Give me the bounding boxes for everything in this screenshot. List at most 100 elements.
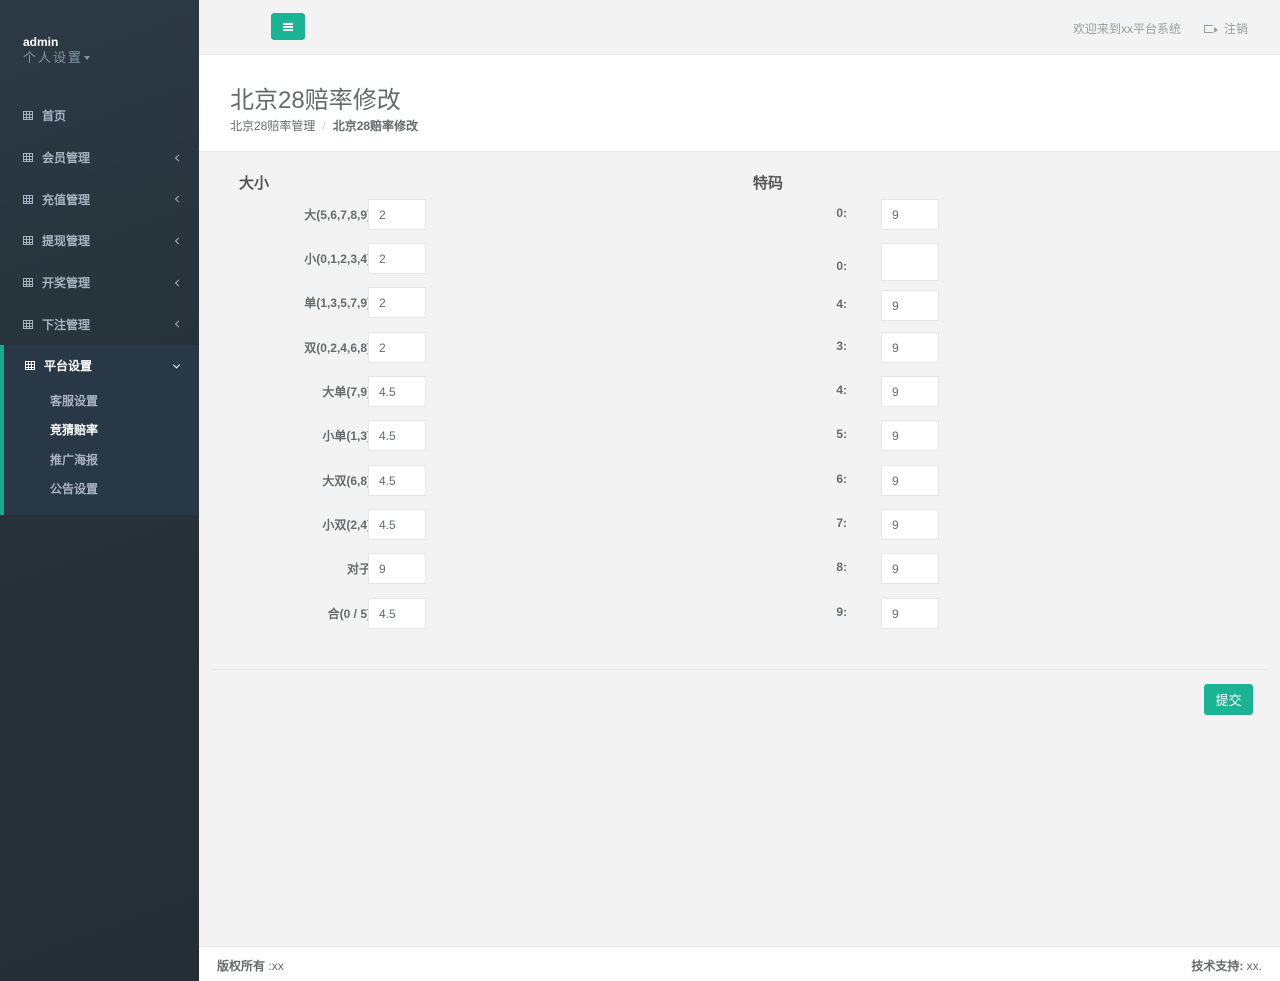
special-row: 4:: [753, 290, 943, 322]
size-odds-input[interactable]: [368, 420, 426, 451]
chevron-left-icon: [174, 279, 183, 287]
special-odds-input[interactable]: [881, 199, 939, 230]
size-label: 小单(1,3):: [322, 429, 375, 443]
special-label: 8:: [836, 560, 847, 574]
size-odds-input[interactable]: [368, 243, 426, 274]
size-label: 合(0 / 5):: [327, 607, 375, 621]
submit-button[interactable]: 提交: [1204, 684, 1253, 715]
size-row: 双(0,2,4,6,8):: [239, 332, 469, 364]
copyright-label: 版权所有: [217, 959, 266, 973]
page-title: 北京28赔率修改: [230, 87, 401, 114]
sidebar-item-members[interactable]: 会员管理: [0, 137, 199, 179]
special-label: 7:: [836, 516, 847, 530]
sidebar-subitem-poster[interactable]: 推广海报: [4, 446, 199, 476]
breadcrumb-parent[interactable]: 北京28赔率管理: [230, 119, 315, 133]
sidebar-item-bets[interactable]: 下注管理: [0, 303, 199, 345]
size-row: 单(1,3,5,7,9):: [239, 287, 469, 319]
size-row: 对子:: [239, 553, 469, 585]
sidebar-subitem-notice[interactable]: 公告设置: [4, 475, 199, 505]
menu-toggle-button[interactable]: [271, 13, 305, 40]
sidebar-item-label: 首页: [42, 109, 67, 124]
page-heading: 北京28赔率修改 北京28赔率管理 / 北京28赔率修改: [199, 55, 1280, 152]
chevron-left-icon: [174, 237, 183, 245]
special-row: 8:: [753, 553, 943, 585]
grid-icon: [23, 153, 33, 163]
sidebar-group-platform: 平台设置 客服设置 竞猜赔率 推广海报 公告设置: [0, 345, 199, 515]
special-label: 0:: [836, 259, 847, 273]
breadcrumb: 北京28赔率管理 / 北京28赔率修改: [230, 117, 418, 134]
special-odds-input[interactable]: [881, 290, 939, 321]
special-row: 7:: [753, 509, 943, 541]
sidebar-item-platform-settings[interactable]: 平台设置: [4, 345, 199, 387]
special-odds-input[interactable]: [881, 243, 939, 281]
special-odds-input[interactable]: [881, 332, 939, 363]
top-navbar: 欢迎来到xx平台系统 注销: [199, 0, 1280, 55]
size-odds-input[interactable]: [368, 199, 426, 230]
size-odds-input[interactable]: [368, 553, 426, 584]
footer: 版权所有 :xx 技术支持: xx.: [199, 946, 1280, 981]
size-odds-input[interactable]: [368, 598, 426, 629]
size-row: 小(0,1,2,3,4):: [239, 243, 469, 275]
size-label: 大双(6,8):: [322, 474, 375, 488]
profile-settings-label: 个人设置: [23, 50, 84, 65]
special-label: 4:: [836, 383, 847, 397]
sidebar-item-withdraw[interactable]: 提现管理: [0, 220, 199, 262]
profile-settings-dropdown[interactable]: 个人设置: [23, 50, 91, 66]
size-odds-input[interactable]: [368, 332, 426, 363]
sidebar-item-label: 下注管理: [42, 317, 91, 332]
special-odds-input[interactable]: [881, 553, 939, 584]
special-label: 0:: [836, 206, 847, 220]
welcome-text: 欢迎来到xx平台系统: [1072, 22, 1181, 36]
breadcrumb-separator: /: [322, 119, 326, 133]
special-row: 5:: [753, 420, 943, 452]
size-label: 单(1,3,5,7,9):: [304, 296, 375, 310]
special-odds-input[interactable]: [881, 376, 939, 407]
size-row: 小双(2,4):: [239, 509, 469, 541]
size-label: 对子:: [347, 562, 375, 576]
special-label: 6:: [836, 472, 847, 486]
special-odds-input[interactable]: [881, 509, 939, 540]
sidebar-item-home[interactable]: 首页: [0, 95, 199, 137]
special-label: 9:: [836, 605, 847, 619]
grid-icon: [23, 111, 33, 121]
special-label: 4:: [836, 297, 847, 311]
sidebar-subitem-customer-service[interactable]: 客服设置: [4, 387, 199, 417]
sidebar-item-recharge[interactable]: 充值管理: [0, 178, 199, 220]
section-title-special: 特码: [753, 175, 784, 192]
logout-link[interactable]: 注销: [1203, 20, 1248, 37]
size-odds-input[interactable]: [368, 509, 426, 540]
special-odds-input[interactable]: [881, 465, 939, 496]
sidebar-item-label: 开奖管理: [42, 276, 91, 291]
special-odds-input[interactable]: [881, 598, 939, 629]
size-odds-input[interactable]: [368, 465, 426, 496]
caret-down-icon: [84, 56, 91, 60]
chevron-left-icon: [174, 153, 183, 162]
hamburger-icon: [283, 22, 293, 31]
grid-icon: [23, 236, 33, 246]
special-label: 5:: [836, 427, 847, 441]
grid-icon: [23, 278, 33, 288]
sidebar-item-label: 平台设置: [44, 359, 93, 374]
sidebar-item-draw[interactable]: 开奖管理: [0, 262, 199, 304]
special-row: 9:: [753, 598, 943, 630]
size-odds-input[interactable]: [368, 287, 426, 318]
size-label: 双(0,2,4,6,8):: [304, 341, 375, 355]
special-odds-input[interactable]: [881, 420, 939, 451]
sign-out-icon: [1203, 24, 1218, 33]
sidebar-subitem-odds[interactable]: 竞猜赔率: [4, 416, 199, 446]
grid-icon: [25, 361, 35, 371]
grid-icon: [23, 194, 33, 204]
sidebar-item-label: 会员管理: [42, 151, 91, 166]
sidebar-item-label: 提现管理: [42, 234, 91, 249]
special-row: 6:: [753, 465, 943, 497]
chevron-left-icon: [174, 195, 183, 203]
grid-icon: [23, 319, 33, 329]
footer-copyright: 版权所有 :xx: [217, 957, 284, 974]
breadcrumb-current: 北京28赔率修改: [332, 119, 419, 133]
size-row: 合(0 / 5):: [239, 598, 469, 630]
odds-form: 大小 特码 提交 大(5,6,7,8,9): 小(0,1,2,3,4): 单(1,3…: [199, 152, 1280, 946]
username: admin: [23, 35, 59, 49]
size-odds-input[interactable]: [368, 376, 426, 407]
support-label: 技术支持:: [1191, 959, 1244, 973]
chevron-down-icon: [172, 361, 181, 369]
